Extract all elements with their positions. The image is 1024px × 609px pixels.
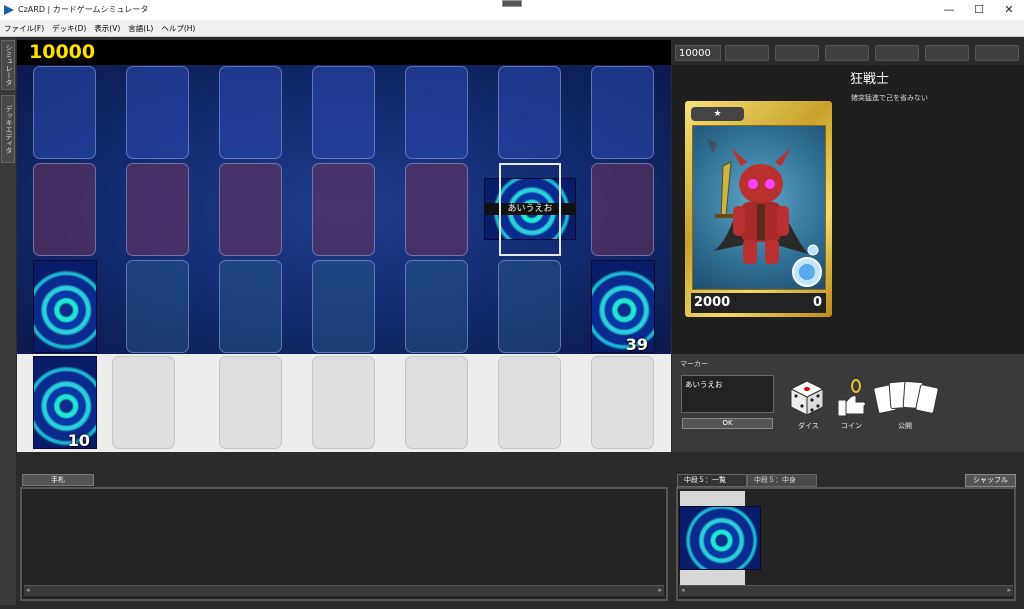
- scroll-right-icon[interactable]: ▸: [1007, 586, 1011, 594]
- hand-panel[interactable]: [20, 487, 668, 601]
- menu-help[interactable]: ヘルプ(H): [157, 20, 199, 37]
- level-badge: ★: [691, 107, 744, 121]
- lp-box[interactable]: [975, 45, 1019, 61]
- field-slot[interactable]: [126, 66, 189, 159]
- field-slot[interactable]: [312, 66, 375, 159]
- field-slot[interactable]: [219, 260, 282, 353]
- field-slot[interactable]: [126, 163, 189, 256]
- deck-scrollbar[interactable]: ◂ ▸: [679, 585, 1013, 596]
- pile-count: 10: [67, 431, 90, 450]
- app-icon: [4, 5, 14, 15]
- dice-button[interactable]: [788, 378, 826, 418]
- field-slot[interactable]: [591, 66, 654, 159]
- card-attack: 2000: [694, 295, 731, 310]
- field-slot[interactable]: [219, 356, 282, 449]
- lp-box[interactable]: [925, 45, 969, 61]
- hand-tab[interactable]: 手札: [22, 474, 94, 486]
- field-slot[interactable]: [405, 356, 468, 449]
- field-slot[interactable]: [498, 260, 561, 353]
- life-points-bar: 10000: [17, 40, 671, 65]
- field-slot[interactable]: [405, 260, 468, 353]
- cards-fan-icon: [873, 381, 939, 414]
- drag-handle[interactable]: [502, 0, 522, 7]
- minimize-button[interactable]: —: [934, 0, 964, 20]
- field-slot[interactable]: [405, 66, 468, 159]
- coin-icon: [837, 379, 866, 417]
- card-stats: 2000 0: [691, 293, 826, 313]
- face-down-card[interactable]: 10: [33, 356, 97, 450]
- close-button[interactable]: ✕: [994, 0, 1024, 20]
- lp-boxes: [672, 40, 1024, 65]
- lp-box[interactable]: [875, 45, 919, 61]
- deck-pile[interactable]: 39: [591, 260, 655, 354]
- field-slot[interactable]: [219, 66, 282, 159]
- field-slot[interactable]: [591, 163, 654, 256]
- lp-box[interactable]: [775, 45, 819, 61]
- field-slot[interactable]: [498, 356, 561, 449]
- coin-label: コイン: [841, 422, 862, 430]
- card-name: 狂戦士: [850, 72, 890, 87]
- field-slot[interactable]: [498, 66, 561, 159]
- face-down-card[interactable]: [33, 260, 97, 353]
- tab-deck-list[interactable]: 中段５：一覧: [677, 474, 747, 487]
- field-slot[interactable]: [33, 163, 96, 256]
- lower-field-row: 10: [17, 354, 671, 452]
- field-slot[interactable]: [312, 356, 375, 449]
- scroll-right-icon[interactable]: ▸: [658, 586, 662, 594]
- tab-deck-editor[interactable]: デッキエディタ: [1, 95, 15, 163]
- coin-button[interactable]: [834, 378, 868, 418]
- dice-label: ダイス: [798, 422, 819, 430]
- lp-box[interactable]: [825, 45, 869, 61]
- berserker-illustration: [707, 138, 822, 287]
- spacer: [17, 452, 1024, 474]
- field-slot[interactable]: [312, 163, 375, 256]
- card-art: [692, 125, 826, 290]
- field-slot[interactable]: [112, 356, 175, 449]
- window-title: CzARD | カードゲームシミュレータ: [18, 5, 149, 14]
- life-points: 10000: [29, 41, 96, 63]
- menu-view[interactable]: 表示(V): [90, 20, 124, 37]
- deck-count: 39: [625, 335, 648, 354]
- marker-input[interactable]: あいうえお: [681, 375, 774, 413]
- menu-bar: ファイル(F) デッキ(D) 表示(V) 言語(L) ヘルプ(H): [0, 20, 1024, 37]
- lp-box[interactable]: [725, 45, 769, 61]
- card-slot-top: [680, 491, 745, 507]
- scroll-left-icon[interactable]: ◂: [681, 586, 685, 594]
- card-slot-bottom: [680, 570, 745, 586]
- field-slot[interactable]: [312, 260, 375, 353]
- shuffle-button[interactable]: シャッフル: [965, 474, 1016, 487]
- selection-frame: [499, 163, 561, 256]
- menu-file[interactable]: ファイル(F): [0, 20, 48, 37]
- marker-ok-button[interactable]: OK: [682, 418, 773, 429]
- dice-icon: [789, 380, 825, 416]
- field-slot[interactable]: [126, 260, 189, 353]
- tab-deck-contents[interactable]: 中段５：中身: [747, 474, 817, 487]
- maximize-button[interactable]: ☐: [964, 0, 994, 20]
- field-slot[interactable]: [33, 66, 96, 159]
- field-slot[interactable]: [591, 356, 654, 449]
- reveal-label: 公開: [898, 422, 912, 430]
- lp-input[interactable]: 10000: [675, 45, 721, 61]
- menu-deck[interactable]: デッキ(D): [48, 20, 90, 37]
- hand-scrollbar[interactable]: ◂ ▸: [24, 585, 664, 596]
- card-text: 猪突猛進で己を省みない: [851, 94, 928, 102]
- card-defense: 0: [812, 295, 822, 310]
- reveal-button[interactable]: [873, 380, 939, 416]
- field-slot[interactable]: [405, 163, 468, 256]
- side-tab-strip: シミュレータ デッキエディタ: [0, 37, 16, 605]
- scroll-left-icon[interactable]: ◂: [26, 586, 30, 594]
- deck-card[interactable]: [679, 506, 761, 570]
- field-slot[interactable]: [219, 163, 282, 256]
- tab-simulator[interactable]: シミュレータ: [1, 40, 15, 90]
- marker-label: マーカー: [680, 360, 708, 368]
- title-bar: CzARD | カードゲームシミュレータ — ☐ ✕: [0, 0, 1024, 20]
- menu-language[interactable]: 言語(L): [124, 20, 157, 37]
